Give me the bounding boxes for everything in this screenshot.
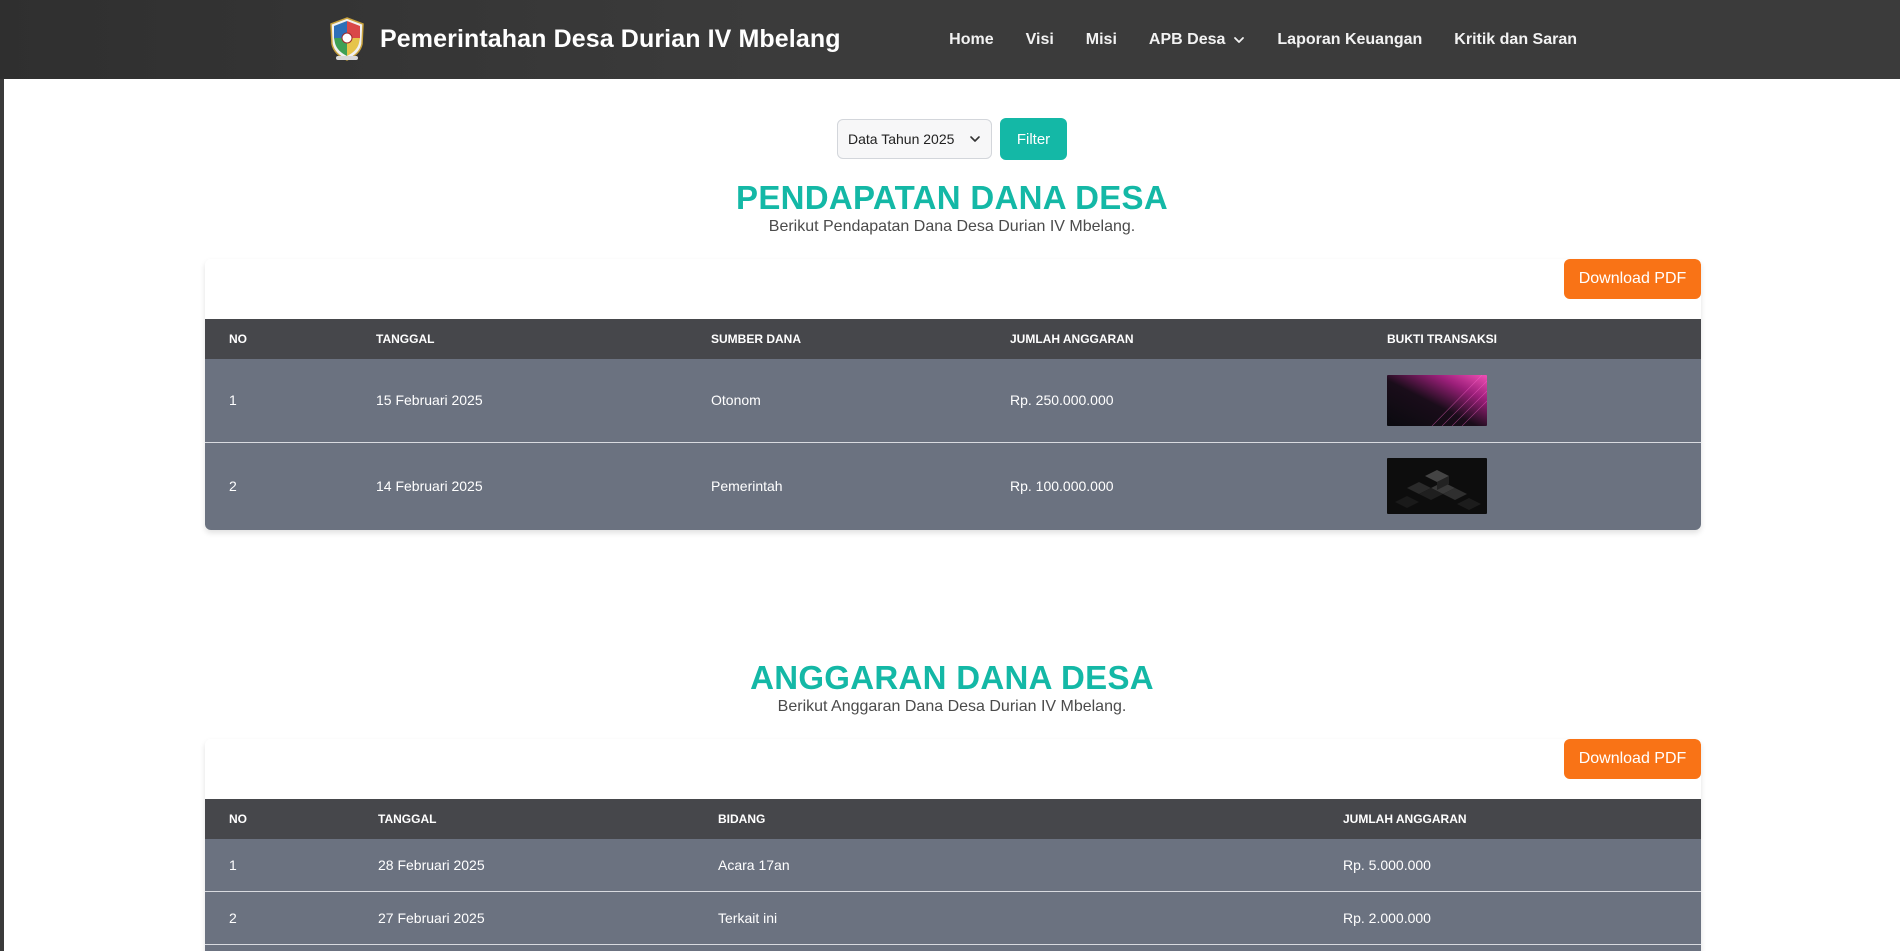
cell-no: 1 bbox=[229, 856, 237, 873]
brand[interactable]: Pemerintahan Desa Durian IV Mbelang bbox=[328, 14, 841, 64]
table-header-row: NO TANGGAL SUMBER DANA JUMLAH ANGGARAN B… bbox=[205, 319, 1701, 359]
cell-bukti-transaksi bbox=[1363, 441, 1701, 530]
cell-jumlah-anggaran bbox=[1319, 943, 1701, 951]
nav-laporan-keuangan-label: Laporan Keuangan bbox=[1277, 30, 1423, 48]
nav-apb-desa-dropdown[interactable]: APB Desa bbox=[1149, 31, 1245, 49]
pendapatan-subtitle: Berikut Pendapatan Dana Desa Durian IV M… bbox=[768, 218, 1136, 235]
column-header: TANGGAL bbox=[378, 812, 437, 826]
nav-kritik-dan-saran-label: Kritik dan Saran bbox=[1454, 30, 1577, 48]
table-row: 1 15 Februari 2025 Otonom Rp. 250.000.00… bbox=[205, 359, 1701, 442]
cell-tanggal: 27 Februari 2025 bbox=[354, 890, 694, 944]
cell-bidang: Acara 17an bbox=[718, 856, 790, 873]
cell-sumber-dana: Otonom bbox=[711, 392, 761, 409]
anggaran-download-pdf-button[interactable]: Download PDF bbox=[1564, 739, 1701, 779]
table-row: 2 14 Februari 2025 Pemerintah Rp. 100.00… bbox=[205, 441, 1701, 530]
table-row: 2 27 Februari 2025 Terkait ini Rp. 2.000… bbox=[205, 890, 1701, 944]
column-header: JUMLAH ANGGARAN bbox=[1010, 332, 1134, 346]
cell-jumlah-anggaran: Rp. 100.000.000 bbox=[986, 441, 1363, 530]
cell-bidang bbox=[694, 943, 1319, 951]
column-header: BIDANG bbox=[718, 812, 766, 826]
app-window: Pemerintahan Desa Durian IV Mbelang Home… bbox=[0, 0, 1900, 951]
year-select-value: Data Tahun 2025 bbox=[848, 131, 955, 147]
navbar: Pemerintahan Desa Durian IV Mbelang Home… bbox=[0, 0, 1900, 79]
filter-button[interactable]: Filter bbox=[1000, 118, 1067, 160]
nav-visi[interactable]: Visi bbox=[1026, 31, 1054, 49]
transaction-proof-thumbnail[interactable] bbox=[1387, 374, 1487, 426]
column-header: BUKTI TRANSAKSI bbox=[1387, 332, 1497, 346]
column-header: TANGGAL bbox=[376, 332, 435, 346]
anggaran-card: Download PDF NO TANGGAL BIDANG JUMLAH AN… bbox=[205, 739, 1701, 951]
cell-tanggal: 14 Februari 2025 bbox=[352, 441, 687, 530]
nav-home-label: Home bbox=[949, 30, 994, 48]
pendapatan-table: NO TANGGAL SUMBER DANA JUMLAH ANGGARAN B… bbox=[205, 319, 1701, 530]
cell-sumber-dana: Pemerintah bbox=[687, 441, 986, 530]
cell-bidang: Terkait ini bbox=[694, 890, 1319, 944]
cell-no: 2 bbox=[205, 441, 352, 530]
pendapatan-card: Download PDF NO TANGGAL SUMBER DANA JUML… bbox=[205, 259, 1701, 530]
anggaran-subtitle: Berikut Anggaran Dana Desa Durian IV Mbe… bbox=[777, 698, 1127, 715]
chevron-down-icon bbox=[1234, 36, 1245, 43]
page-content: Data Tahun 2025 Filter PENDAPATAN DANA D… bbox=[4, 79, 1900, 951]
column-header: NO bbox=[229, 812, 247, 826]
year-select[interactable]: Data Tahun 2025 bbox=[837, 119, 992, 159]
anggaran-table: NO TANGGAL BIDANG JUMLAH ANGGARAN 1 28 F… bbox=[205, 799, 1701, 951]
cell-no: 1 bbox=[229, 392, 237, 409]
nav-misi-label: Misi bbox=[1085, 30, 1117, 48]
column-header: JUMLAH ANGGARAN bbox=[1343, 812, 1467, 826]
brand-title: Pemerintahan Desa Durian IV Mbelang bbox=[380, 24, 841, 53]
pendapatan-title: PENDAPATAN DANA DESA bbox=[736, 179, 1168, 216]
cell-jumlah-anggaran: Rp. 5.000.000 bbox=[1343, 856, 1431, 873]
cell-tanggal: 15 Februari 2025 bbox=[376, 392, 483, 409]
village-emblem-logo bbox=[330, 17, 364, 61]
table-row bbox=[205, 943, 1701, 951]
cell-jumlah-anggaran: Rp. 250.000.000 bbox=[1010, 392, 1114, 409]
column-header: SUMBER DANA bbox=[711, 332, 801, 346]
nav-visi-label: Visi bbox=[1025, 30, 1054, 48]
column-header: NO bbox=[229, 332, 247, 346]
nav-laporan-keuangan[interactable]: Laporan Keuangan bbox=[1277, 31, 1422, 49]
table-header-row: NO TANGGAL BIDANG JUMLAH ANGGARAN bbox=[205, 799, 1701, 839]
cell-tanggal: 28 Februari 2025 bbox=[378, 856, 485, 873]
nav-home[interactable]: Home bbox=[949, 31, 993, 49]
pendapatan-download-pdf-button[interactable]: Download PDF bbox=[1564, 259, 1701, 299]
cell-bukti-transaksi bbox=[1363, 359, 1701, 442]
anggaran-card-toolbar: Download PDF bbox=[205, 739, 1701, 799]
year-filter-bar: Data Tahun 2025 Filter bbox=[837, 118, 1067, 160]
cell-no: 2 bbox=[205, 890, 354, 944]
pendapatan-card-toolbar: Download PDF bbox=[205, 259, 1701, 319]
nav-apb-desa-label: APB Desa bbox=[1148, 30, 1226, 48]
anggaran-title: ANGGARAN DANA DESA bbox=[750, 659, 1154, 696]
nav-misi[interactable]: Misi bbox=[1086, 31, 1117, 49]
table-row: 1 28 Februari 2025 Acara 17an Rp. 5.000.… bbox=[205, 839, 1701, 891]
cell-tanggal bbox=[354, 943, 694, 951]
cell-jumlah-anggaran: Rp. 2.000.000 bbox=[1319, 890, 1701, 944]
transaction-proof-thumbnail[interactable] bbox=[1387, 458, 1487, 515]
main-nav: Home Visi Misi APB Desa Laporan Keuangan… bbox=[917, 0, 1577, 79]
chevron-down-icon bbox=[970, 136, 980, 142]
nav-kritik-dan-saran[interactable]: Kritik dan Saran bbox=[1454, 31, 1577, 49]
cell-no bbox=[205, 943, 354, 951]
